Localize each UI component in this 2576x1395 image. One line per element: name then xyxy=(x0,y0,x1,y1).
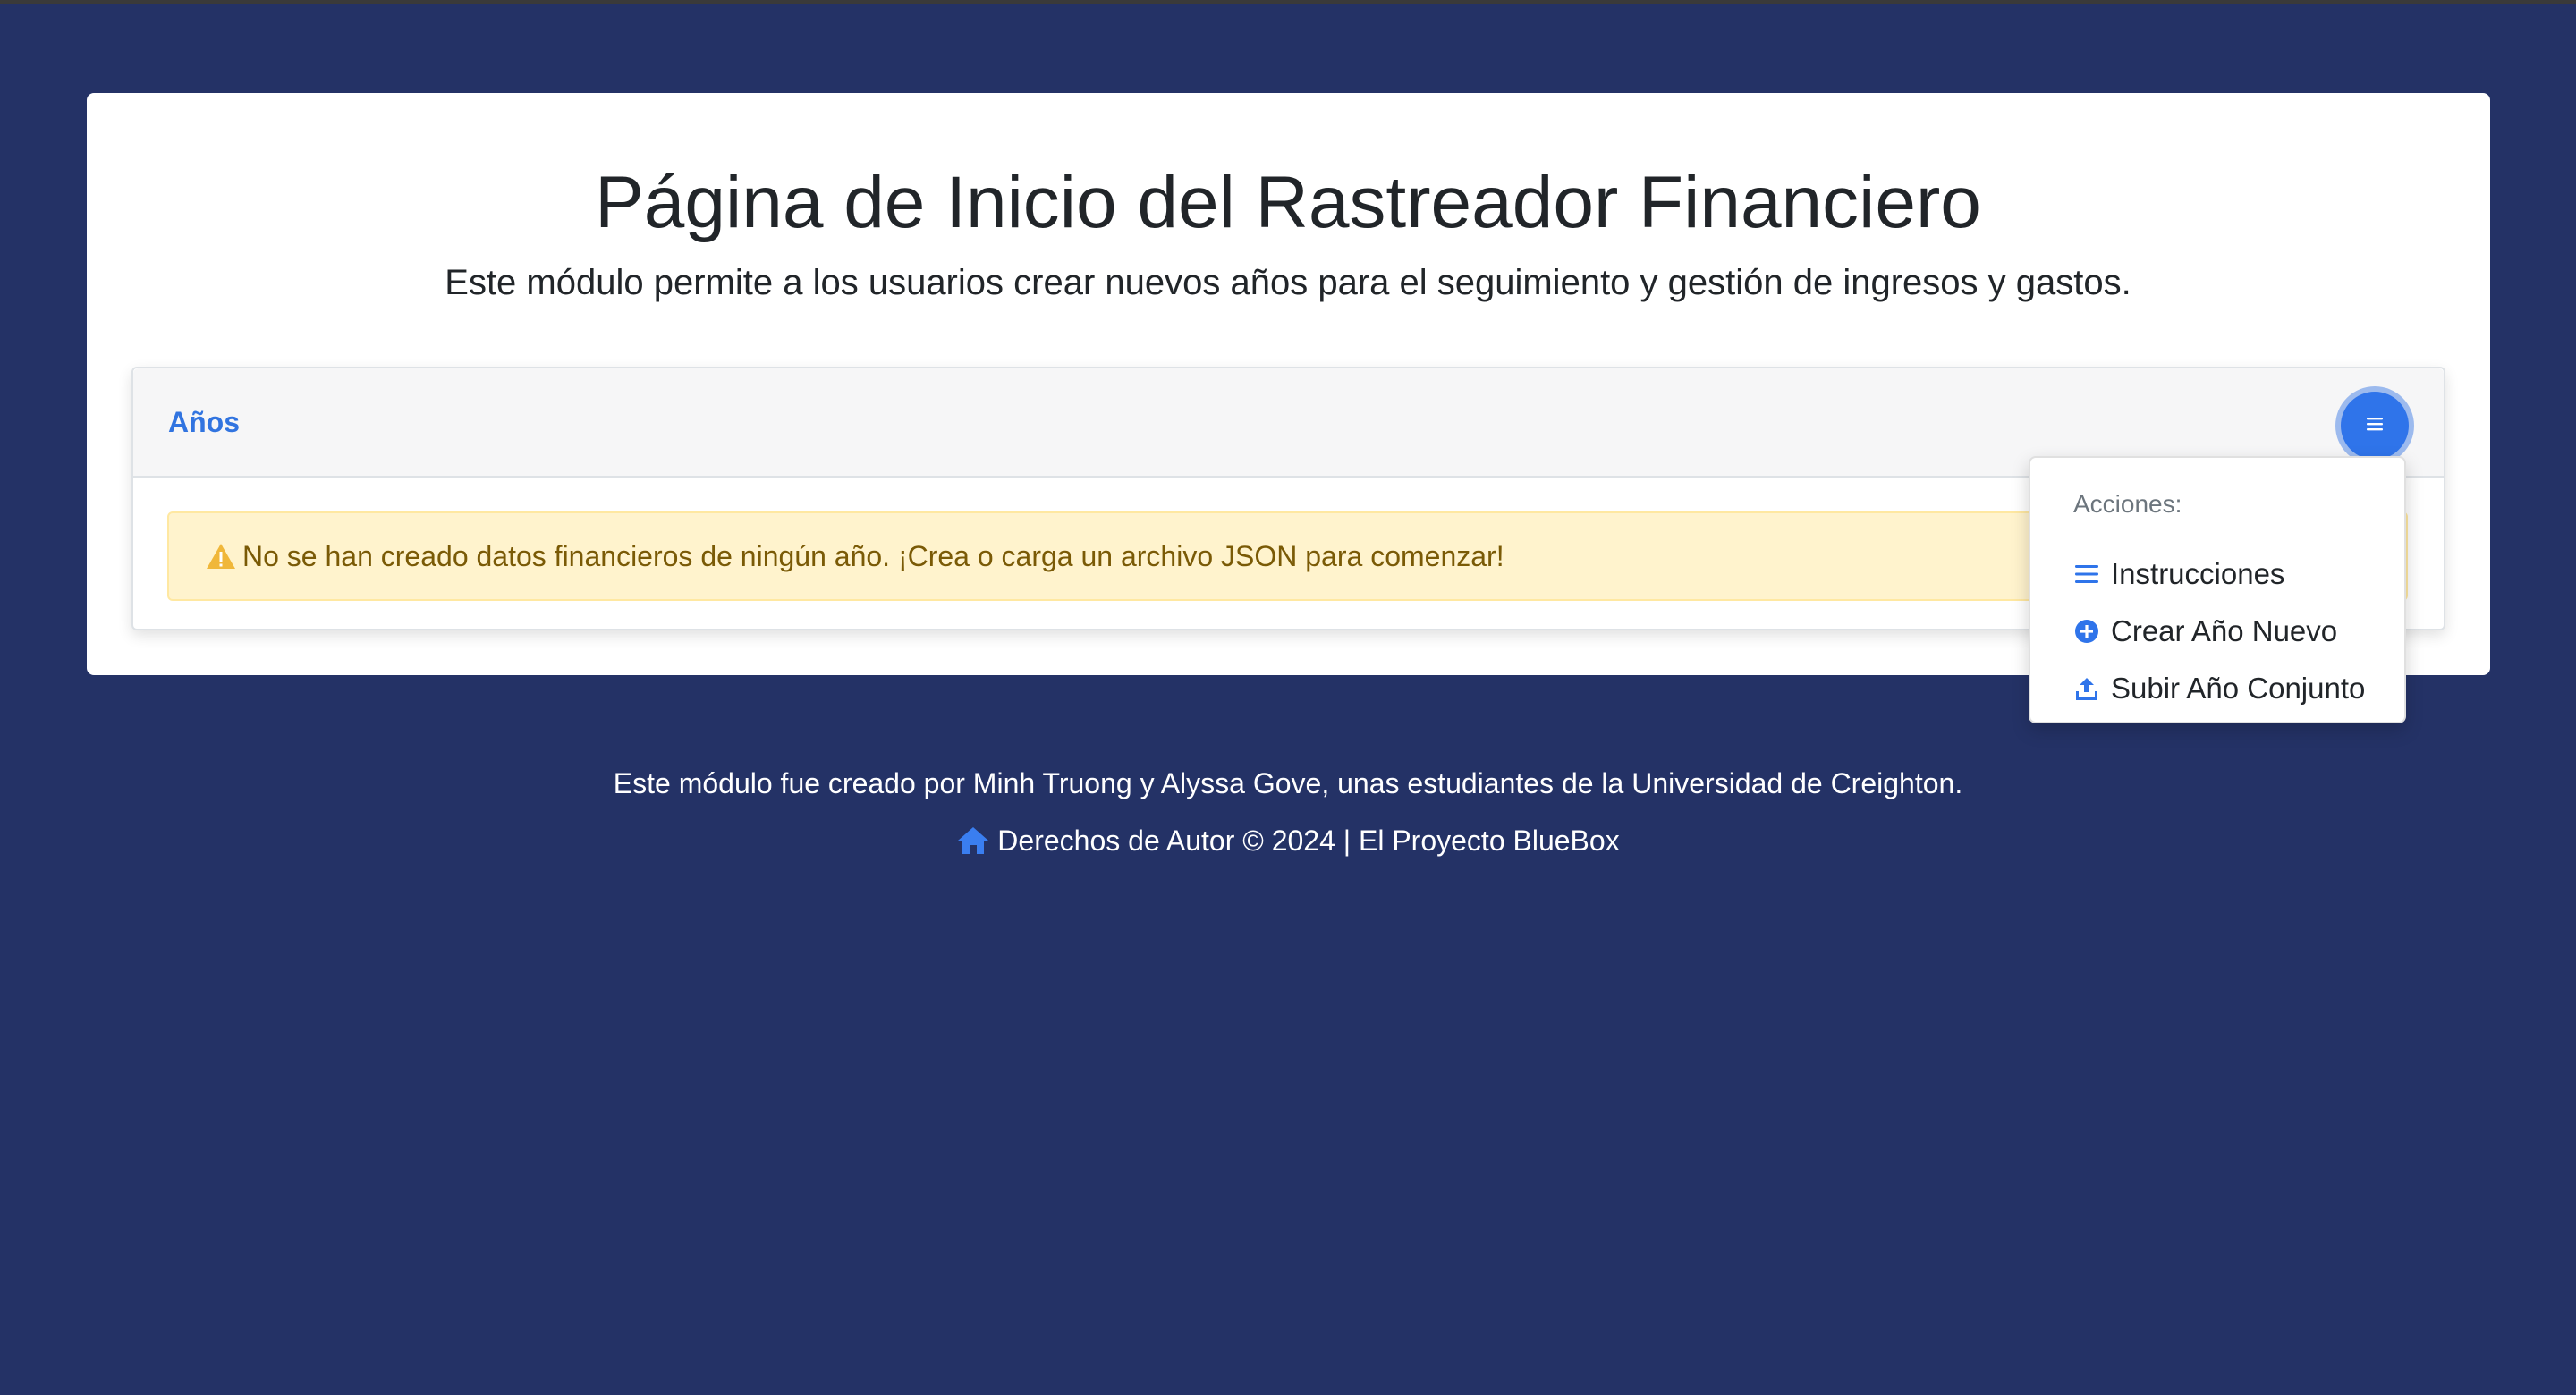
menu-item-label: Subir Año Conjunto xyxy=(2111,672,2366,705)
page-title: Página de Inicio del Rastreador Financie… xyxy=(595,162,1981,243)
footer-credit: Este módulo fue creado por Minh Truong y… xyxy=(613,767,1963,799)
menu-item-label: Instrucciones xyxy=(2111,557,2285,590)
years-title[interactable]: Años xyxy=(168,402,240,442)
home-icon[interactable] xyxy=(956,825,990,856)
actions-menu-button[interactable] xyxy=(2341,392,2409,460)
page-subtitle: Este módulo permite a los usuarios crear… xyxy=(445,263,2131,302)
warning-icon xyxy=(205,542,237,571)
actions-dropdown: Acciones: Instrucciones Crear Año Nuevo xyxy=(2029,456,2406,723)
menu-item-label: Crear Año Nuevo xyxy=(2111,614,2338,647)
list-icon xyxy=(2073,561,2100,588)
alert-text: No se han creado datos financieros de ni… xyxy=(242,539,1504,572)
menu-item-upload-year[interactable]: Subir Año Conjunto xyxy=(2073,665,2365,712)
footer-copyright-row: Derechos de Autor © 2024 | El Proyecto B… xyxy=(0,821,2576,860)
upload-icon xyxy=(2073,675,2100,702)
plus-circle-icon xyxy=(2073,618,2100,645)
footer-copyright: Derechos de Autor © 2024 | El Proyecto B… xyxy=(997,824,1620,857)
dropdown-header: Acciones: xyxy=(2073,490,2182,518)
menu-item-instructions[interactable]: Instrucciones xyxy=(2073,551,2284,597)
menu-item-create-year[interactable]: Crear Año Nuevo xyxy=(2073,608,2337,655)
list-icon xyxy=(2364,413,2385,439)
